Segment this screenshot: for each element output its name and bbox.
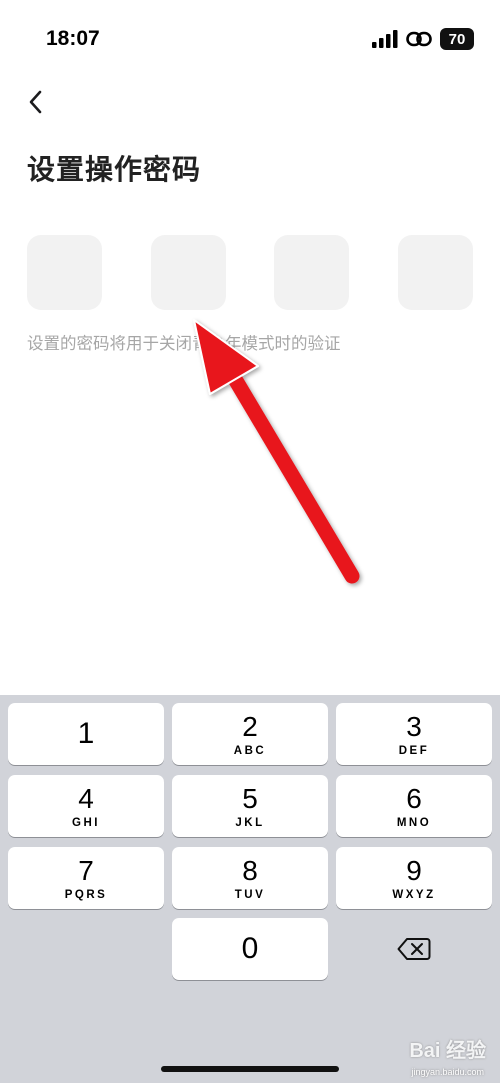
page-title: 设置操作密码 — [27, 153, 202, 186]
key-digit: 4 — [78, 782, 94, 814]
status-time: 18:07 — [46, 27, 100, 50]
key-4[interactable]: 4 GHI — [8, 775, 164, 837]
key-1[interactable]: 1 — [8, 703, 164, 765]
key-9[interactable]: 9 WXYZ — [336, 847, 492, 909]
battery-icon: 70 — [440, 28, 474, 50]
numeric-keypad: 1 2 ABC 3 DEF 4 GHI 5 JKL 6 MNO 7 PQRS 8… — [0, 695, 500, 1083]
key-digit: 7 — [78, 854, 94, 886]
key-digit: 2 — [242, 710, 258, 742]
key-digit: 5 — [242, 782, 258, 814]
delete-button[interactable] — [336, 918, 492, 980]
backspace-icon — [397, 938, 431, 960]
key-letters: JKL — [235, 816, 265, 829]
key-digit: 0 — [241, 932, 259, 965]
chevron-left-icon — [29, 90, 42, 114]
pin-box-4[interactable] — [398, 235, 473, 310]
watermark-text: Bai 经验 — [409, 1040, 486, 1062]
key-digit: 8 — [242, 854, 258, 886]
battery-level: 70 — [448, 30, 466, 48]
key-7[interactable]: 7 PQRS — [8, 847, 164, 909]
baidu-watermark: Bai 经验 — [409, 1034, 486, 1063]
pin-box-3[interactable] — [274, 235, 350, 310]
key-letters: PQRS — [64, 888, 108, 901]
status-bar: 18:07 70 — [0, 0, 500, 80]
arrow-shape — [193, 319, 360, 584]
pin-box-1[interactable] — [27, 235, 102, 310]
pin-input[interactable] — [27, 235, 473, 310]
key-letters: TUV — [234, 888, 266, 901]
key-8[interactable]: 8 TUV — [172, 847, 328, 909]
signal-icon — [372, 30, 398, 48]
key-letters: MNO — [396, 816, 432, 829]
key-letters: WXYZ — [392, 888, 436, 901]
pin-box-2[interactable] — [150, 235, 226, 310]
home-indicator[interactable] — [161, 1066, 339, 1072]
pin-hint: 设置的密码将用于关闭青少年模式时的验证 — [27, 334, 341, 353]
key-letters: GHI — [72, 816, 100, 829]
link-icon — [406, 31, 432, 47]
key-digit: 9 — [406, 854, 422, 886]
key-digit: 3 — [406, 710, 422, 742]
arrow-shaft — [224, 366, 360, 584]
key-digit: 1 — [77, 717, 95, 750]
key-letters: ABC — [233, 744, 267, 757]
key-3[interactable]: 3 DEF — [336, 703, 492, 765]
key-6[interactable]: 6 MNO — [336, 775, 492, 837]
status-icons: 70 — [372, 28, 474, 50]
key-digit: 6 — [406, 782, 422, 814]
watermark-sub: jingyan.baidu.com — [411, 1067, 484, 1077]
key-letters: DEF — [398, 744, 430, 757]
key-0[interactable]: 0 — [172, 918, 328, 980]
key-5[interactable]: 5 JKL — [172, 775, 328, 837]
key-2[interactable]: 2 ABC — [172, 703, 328, 765]
back-button[interactable] — [16, 82, 56, 122]
